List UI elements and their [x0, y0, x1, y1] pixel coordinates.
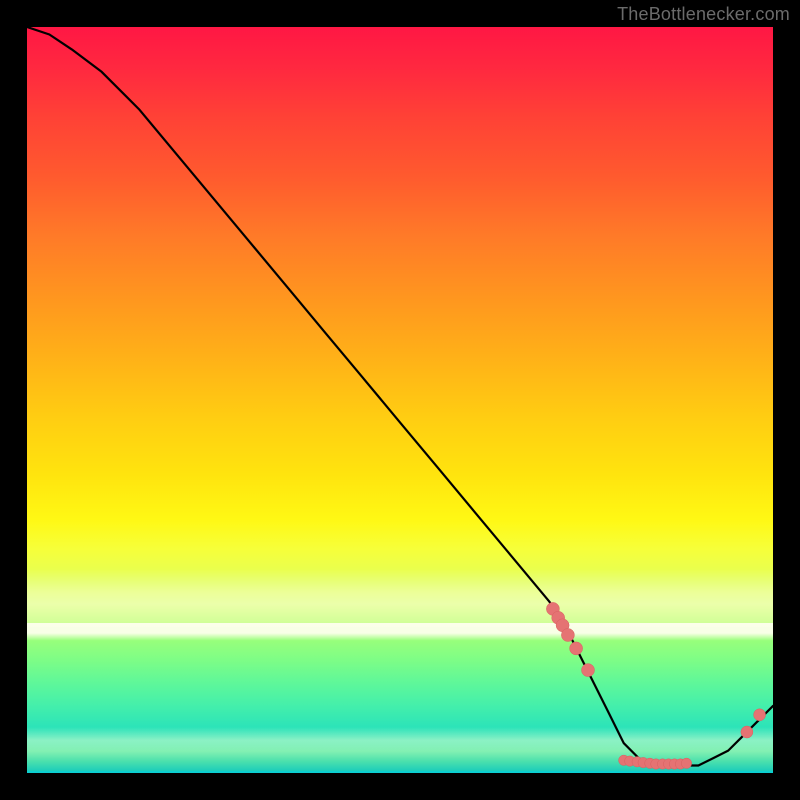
data-point: [561, 629, 574, 642]
data-point: [582, 664, 595, 677]
watermark-link[interactable]: TheBottlenecker.com: [617, 4, 790, 25]
data-point: [681, 758, 691, 768]
plot-area: [27, 27, 773, 773]
bottleneck-curve: [27, 27, 773, 766]
chart-svg: [27, 27, 773, 773]
data-markers: [546, 602, 765, 769]
data-point: [754, 709, 766, 721]
data-point: [570, 642, 583, 655]
data-point: [741, 726, 753, 738]
chart-frame: TheBottlenecker.com: [0, 0, 800, 800]
